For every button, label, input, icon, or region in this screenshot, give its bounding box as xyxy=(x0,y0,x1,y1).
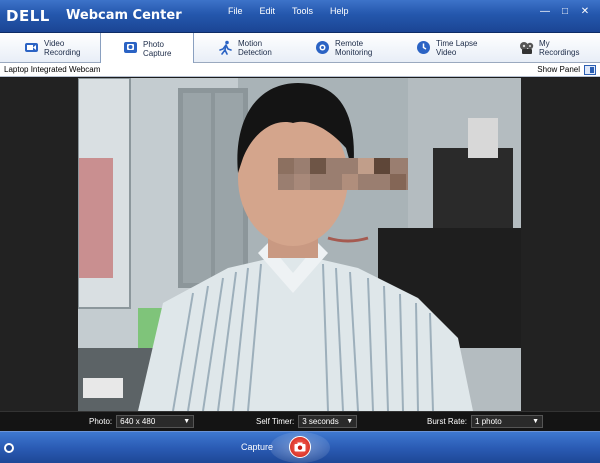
photo-size-select[interactable]: 640 x 480 ▼ xyxy=(116,415,195,428)
window-controls: — □ ✕ xyxy=(532,6,592,18)
menu-edit[interactable]: Edit xyxy=(260,6,276,16)
webcam-live-preview xyxy=(78,78,521,411)
title-bar: DELL Webcam Center File Edit Tools Help … xyxy=(0,0,600,33)
show-panel-icon[interactable] xyxy=(584,65,596,75)
remote-monitor-icon xyxy=(316,41,329,54)
tab-label: Video Recording xyxy=(44,39,81,57)
clock-icon xyxy=(417,41,430,54)
burst-rate-value: 1 photo xyxy=(475,417,502,426)
photo-size-label: Photo: xyxy=(89,417,113,426)
capture-label: Capture xyxy=(241,442,274,452)
self-timer-select[interactable]: 3 seconds ▼ xyxy=(298,415,358,428)
photo-size-value: 640 x 480 xyxy=(120,417,156,426)
self-timer-value: 3 seconds xyxy=(302,417,339,426)
show-panel-link[interactable]: Show Panel xyxy=(537,65,580,74)
running-figure-icon xyxy=(219,40,232,55)
chevron-down-icon: ▼ xyxy=(183,418,191,425)
maximize-button[interactable]: □ xyxy=(558,6,572,18)
help-icon[interactable] xyxy=(4,443,14,453)
camera-icon xyxy=(294,442,306,452)
tab-label: My Recordings xyxy=(539,39,580,57)
menu-file[interactable]: File xyxy=(228,6,243,16)
burst-rate-select[interactable]: 1 photo ▼ xyxy=(471,415,544,428)
dell-logo: DELL xyxy=(6,7,50,25)
menu-tools[interactable]: Tools xyxy=(292,6,313,16)
menu-help[interactable]: Help xyxy=(330,6,349,16)
camera-icon xyxy=(124,42,137,53)
mode-tab-bar: Video Recording Photo Capture Motion Det… xyxy=(0,33,600,64)
tab-video-recording[interactable]: Video Recording xyxy=(22,33,100,63)
burst-rate-control: Burst Rate: 1 photo ▼ xyxy=(427,415,544,428)
capture-settings-bar: Photo: 640 x 480 ▼ Self Timer: 3 seconds… xyxy=(0,411,600,431)
camera-name: Laptop Integrated Webcam xyxy=(4,65,101,74)
preview-area xyxy=(0,78,600,411)
photo-size-control: Photo: 640 x 480 ▼ xyxy=(89,415,195,428)
tab-motion-detection[interactable]: Motion Detection xyxy=(216,33,296,63)
film-reel-icon xyxy=(520,42,534,54)
tab-remote-monitoring[interactable]: Remote Monitoring xyxy=(313,33,403,63)
bottom-action-bar: Capture xyxy=(0,431,600,463)
self-timer-label: Self Timer: xyxy=(256,417,295,426)
tab-label: Remote Monitoring xyxy=(335,39,373,57)
chevron-down-icon: ▼ xyxy=(532,418,540,425)
capture-button[interactable] xyxy=(289,436,311,458)
camera-info-bar: Laptop Integrated Webcam Show Panel xyxy=(0,63,600,77)
menu-bar: File Edit Tools Help xyxy=(228,6,366,16)
tab-time-lapse-video[interactable]: Time Lapse Video xyxy=(414,33,504,63)
tab-label: Motion Detection xyxy=(238,39,272,57)
app-title: Webcam Center xyxy=(66,8,182,23)
webcam-image xyxy=(78,78,521,411)
tab-my-recordings[interactable]: My Recordings xyxy=(517,33,597,63)
chevron-down-icon: ▼ xyxy=(346,418,354,425)
burst-rate-label: Burst Rate: xyxy=(427,417,468,426)
minimize-button[interactable]: — xyxy=(538,6,552,18)
tab-label: Photo Capture xyxy=(143,39,172,58)
self-timer-control: Self Timer: 3 seconds ▼ xyxy=(256,415,358,428)
tab-photo-capture[interactable]: Photo Capture xyxy=(100,33,194,64)
video-camera-icon xyxy=(25,43,38,52)
tab-label: Time Lapse Video xyxy=(436,39,478,57)
close-button[interactable]: ✕ xyxy=(578,6,592,18)
